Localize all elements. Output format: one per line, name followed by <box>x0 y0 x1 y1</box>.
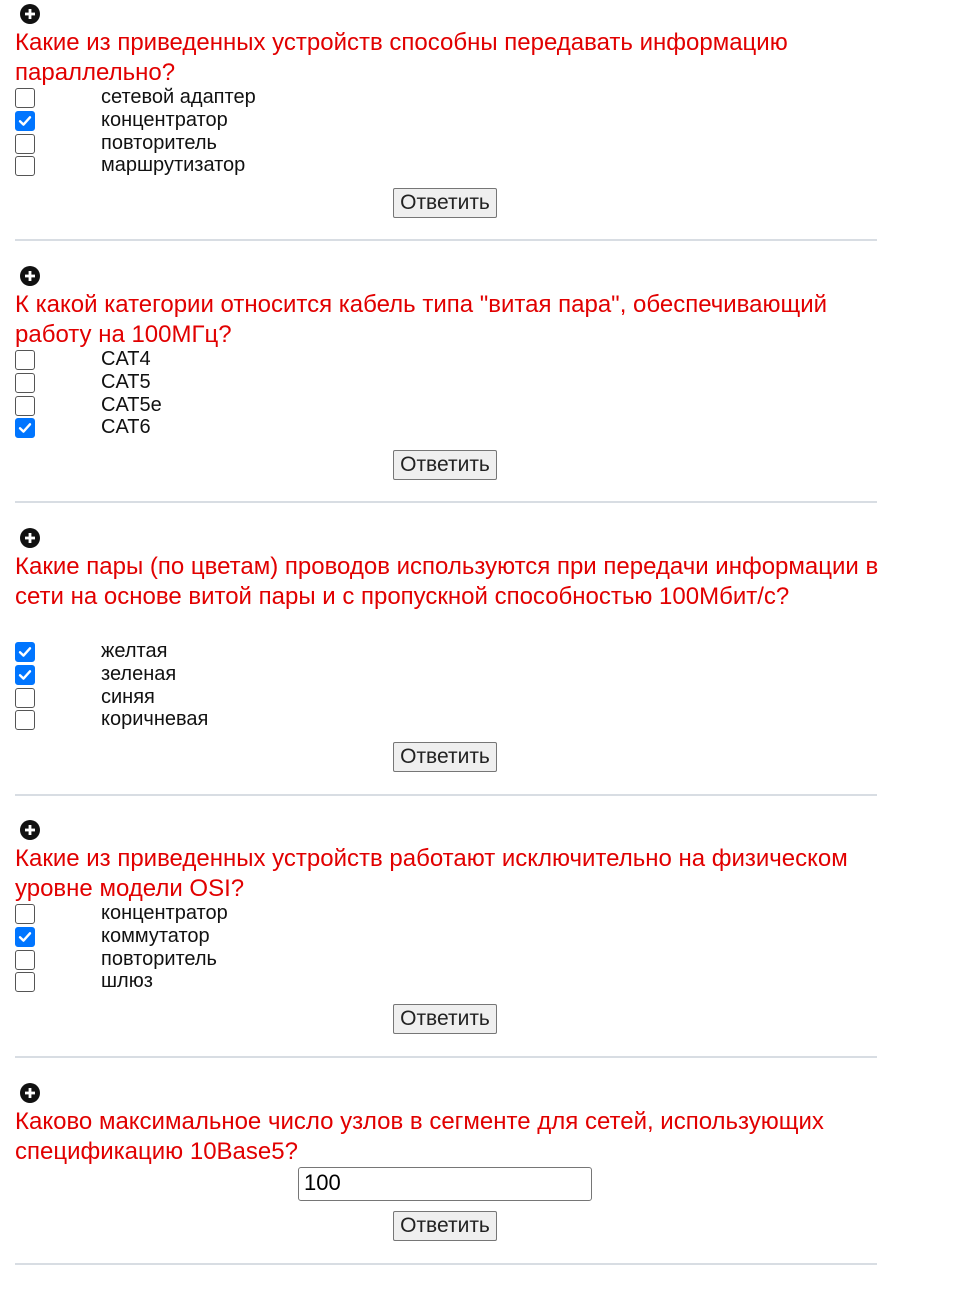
question-divider <box>15 239 877 241</box>
answer-input[interactable]: 100 <box>298 1167 592 1201</box>
answer-button[interactable]: Ответить <box>393 1211 497 1241</box>
option-label: сетевой адаптер <box>101 86 256 108</box>
option-label: коммутатор <box>101 925 210 947</box>
checkbox[interactable] <box>15 904 35 924</box>
checkbox[interactable] <box>15 156 35 176</box>
option-label: CAT4 <box>101 348 151 370</box>
checkbox[interactable] <box>15 972 35 992</box>
option-label: шлюз <box>101 970 153 992</box>
answer-option[interactable]: шлюз <box>15 970 415 994</box>
add-question-icon[interactable] <box>19 1082 41 1104</box>
option-label: CAT5 <box>101 371 151 393</box>
checkbox-checked[interactable] <box>15 642 35 662</box>
question-text: Какие из приведенных устройств работают … <box>15 845 848 902</box>
checkbox[interactable] <box>15 950 35 970</box>
answer-option[interactable]: CAT5e <box>15 394 415 418</box>
add-question-icon[interactable] <box>19 3 41 25</box>
answer-option[interactable]: CAT4 <box>15 348 415 372</box>
answer-option[interactable]: CAT6 <box>15 416 415 440</box>
checkbox[interactable] <box>15 88 35 108</box>
option-label: зеленая <box>101 663 177 685</box>
question-text: Какие пары (по цветам) проводов использу… <box>15 553 879 610</box>
question-divider <box>15 1056 877 1058</box>
add-question-icon[interactable] <box>19 527 41 549</box>
answer-button[interactable]: Ответить <box>393 742 497 772</box>
checkbox-checked[interactable] <box>15 665 35 685</box>
answer-button[interactable]: Ответить <box>393 1004 497 1034</box>
checkbox[interactable] <box>15 373 35 393</box>
add-question-icon[interactable] <box>19 819 41 841</box>
checkbox[interactable] <box>15 134 35 154</box>
option-label: повторитель <box>101 948 217 970</box>
answer-option[interactable]: концентратор <box>15 902 415 926</box>
checkbox[interactable] <box>15 688 35 708</box>
answer-option[interactable]: желтая <box>15 640 415 664</box>
answer-option[interactable]: маршрутизатор <box>15 154 415 178</box>
question-divider <box>15 1263 877 1265</box>
answer-option[interactable]: сетевой адаптер <box>15 86 415 110</box>
checkbox[interactable] <box>15 710 35 730</box>
answer-option[interactable]: концентратор <box>15 109 415 133</box>
question-divider <box>15 501 877 503</box>
question-text: Каково максимальное число узлов в сегмен… <box>15 1108 824 1165</box>
option-label: CAT6 <box>101 416 151 438</box>
question-text: К какой категории относится кабель типа … <box>15 291 828 348</box>
option-label: желтая <box>101 640 168 662</box>
answer-button[interactable]: Ответить <box>393 188 497 218</box>
option-label: концентратор <box>101 109 228 131</box>
option-label: маршрутизатор <box>101 154 246 176</box>
option-label: повторитель <box>101 132 217 154</box>
checkbox-checked[interactable] <box>15 418 35 438</box>
checkbox-checked[interactable] <box>15 927 35 947</box>
checkbox-checked[interactable] <box>15 111 35 131</box>
add-question-icon[interactable] <box>19 265 41 287</box>
option-label: CAT5e <box>101 394 162 416</box>
answer-option[interactable]: CAT5 <box>15 371 415 395</box>
option-label: синяя <box>101 686 155 708</box>
question-text: Какие из приведенных устройств способны … <box>15 29 788 86</box>
answer-option[interactable]: коричневая <box>15 708 415 732</box>
question-divider <box>15 794 877 796</box>
answer-option[interactable]: коммутатор <box>15 925 415 949</box>
answer-option[interactable]: повторитель <box>15 948 415 972</box>
answer-option[interactable]: синяя <box>15 686 415 710</box>
option-label: коричневая <box>101 708 209 730</box>
option-label: концентратор <box>101 902 228 924</box>
checkbox[interactable] <box>15 350 35 370</box>
answer-button[interactable]: Ответить <box>393 450 497 480</box>
answer-option[interactable]: зеленая <box>15 663 415 687</box>
checkbox[interactable] <box>15 396 35 416</box>
